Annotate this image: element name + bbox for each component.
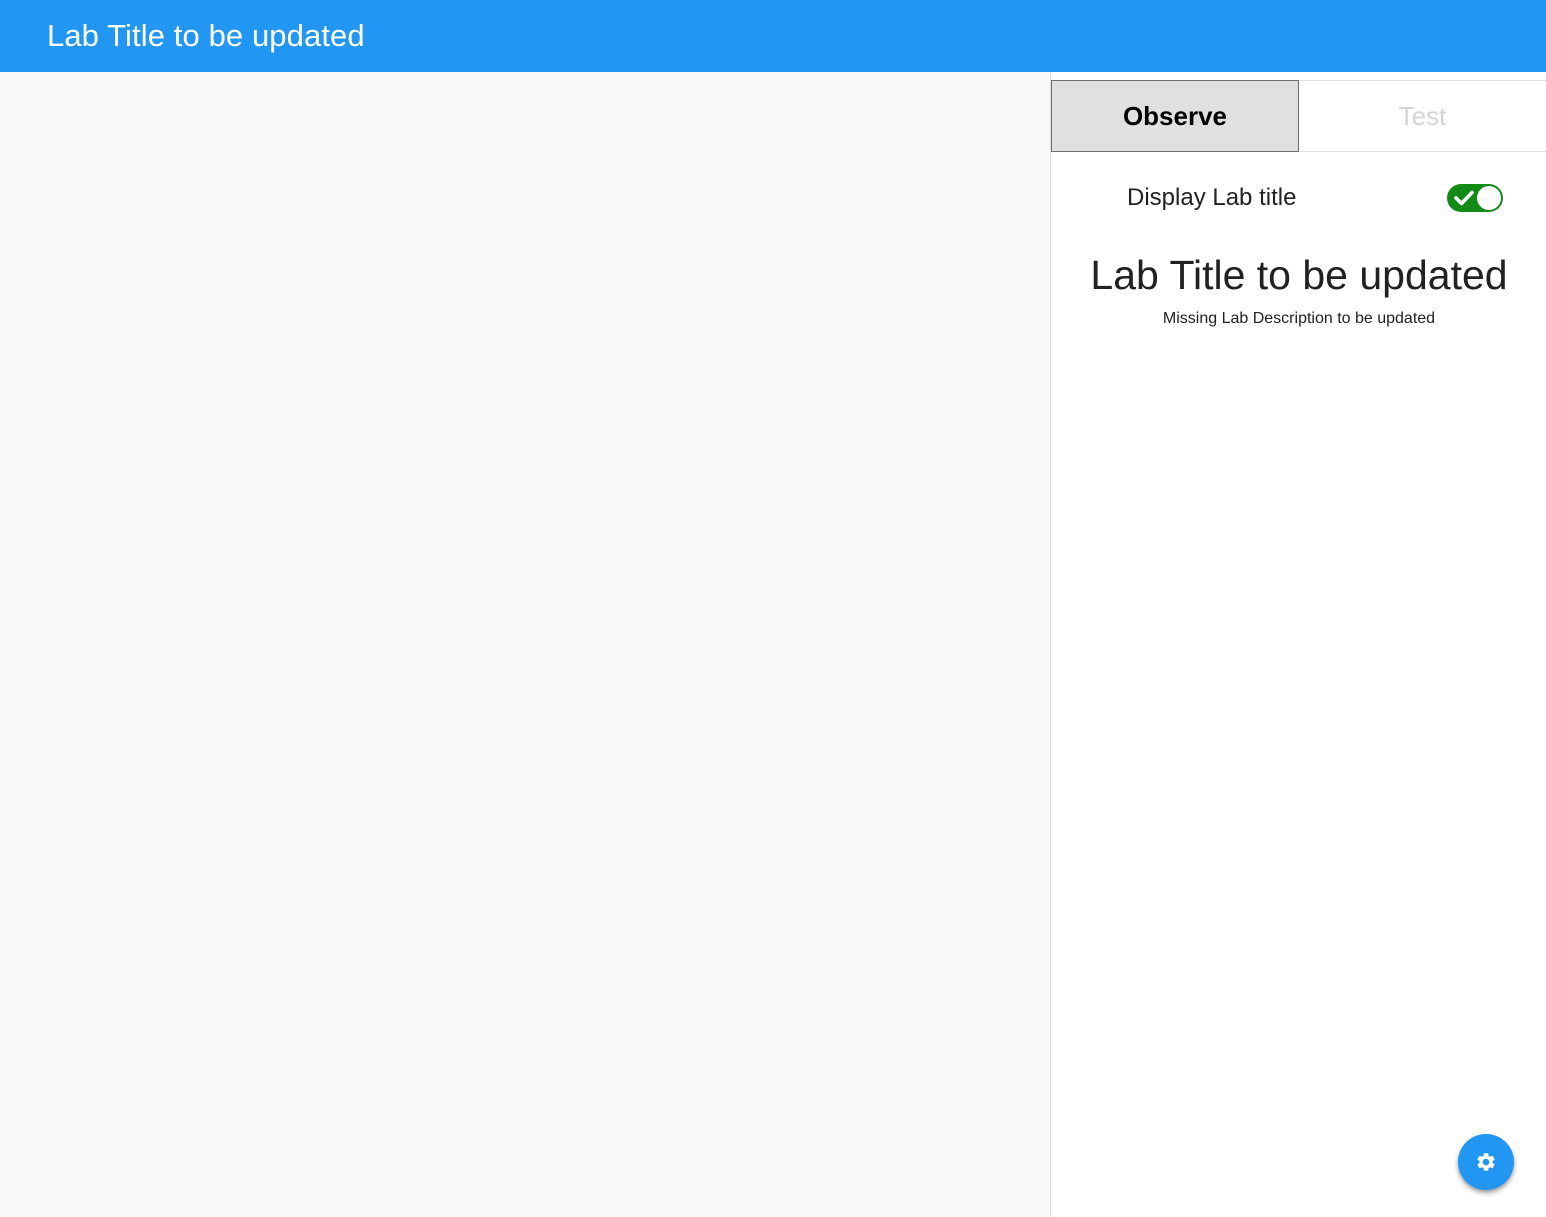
check-icon — [1454, 190, 1474, 206]
tab-observe[interactable]: Observe — [1051, 80, 1299, 152]
app-title: Lab Title to be updated — [47, 18, 365, 53]
display-title-toggle-row: Display Lab title — [1127, 180, 1503, 216]
lab-description: Missing Lab Description to be updated — [1162, 310, 1436, 327]
display-title-toggle[interactable] — [1447, 184, 1503, 212]
lab-canvas[interactable] — [0, 72, 1050, 1217]
panel-tabs: Observe Test — [1051, 80, 1546, 152]
app-bar: Lab Title to be updated — [0, 0, 1546, 72]
settings-button[interactable] — [1458, 1134, 1514, 1190]
side-panel: Observe Test Display Lab title Lab Title… — [1050, 72, 1546, 1217]
toggle-knob — [1477, 186, 1501, 210]
tab-test[interactable]: Test — [1299, 80, 1546, 152]
display-title-label: Display Lab title — [1127, 184, 1297, 211]
gear-icon — [1477, 1153, 1495, 1171]
lab-title-heading: Lab Title to be updated — [1090, 252, 1508, 298]
